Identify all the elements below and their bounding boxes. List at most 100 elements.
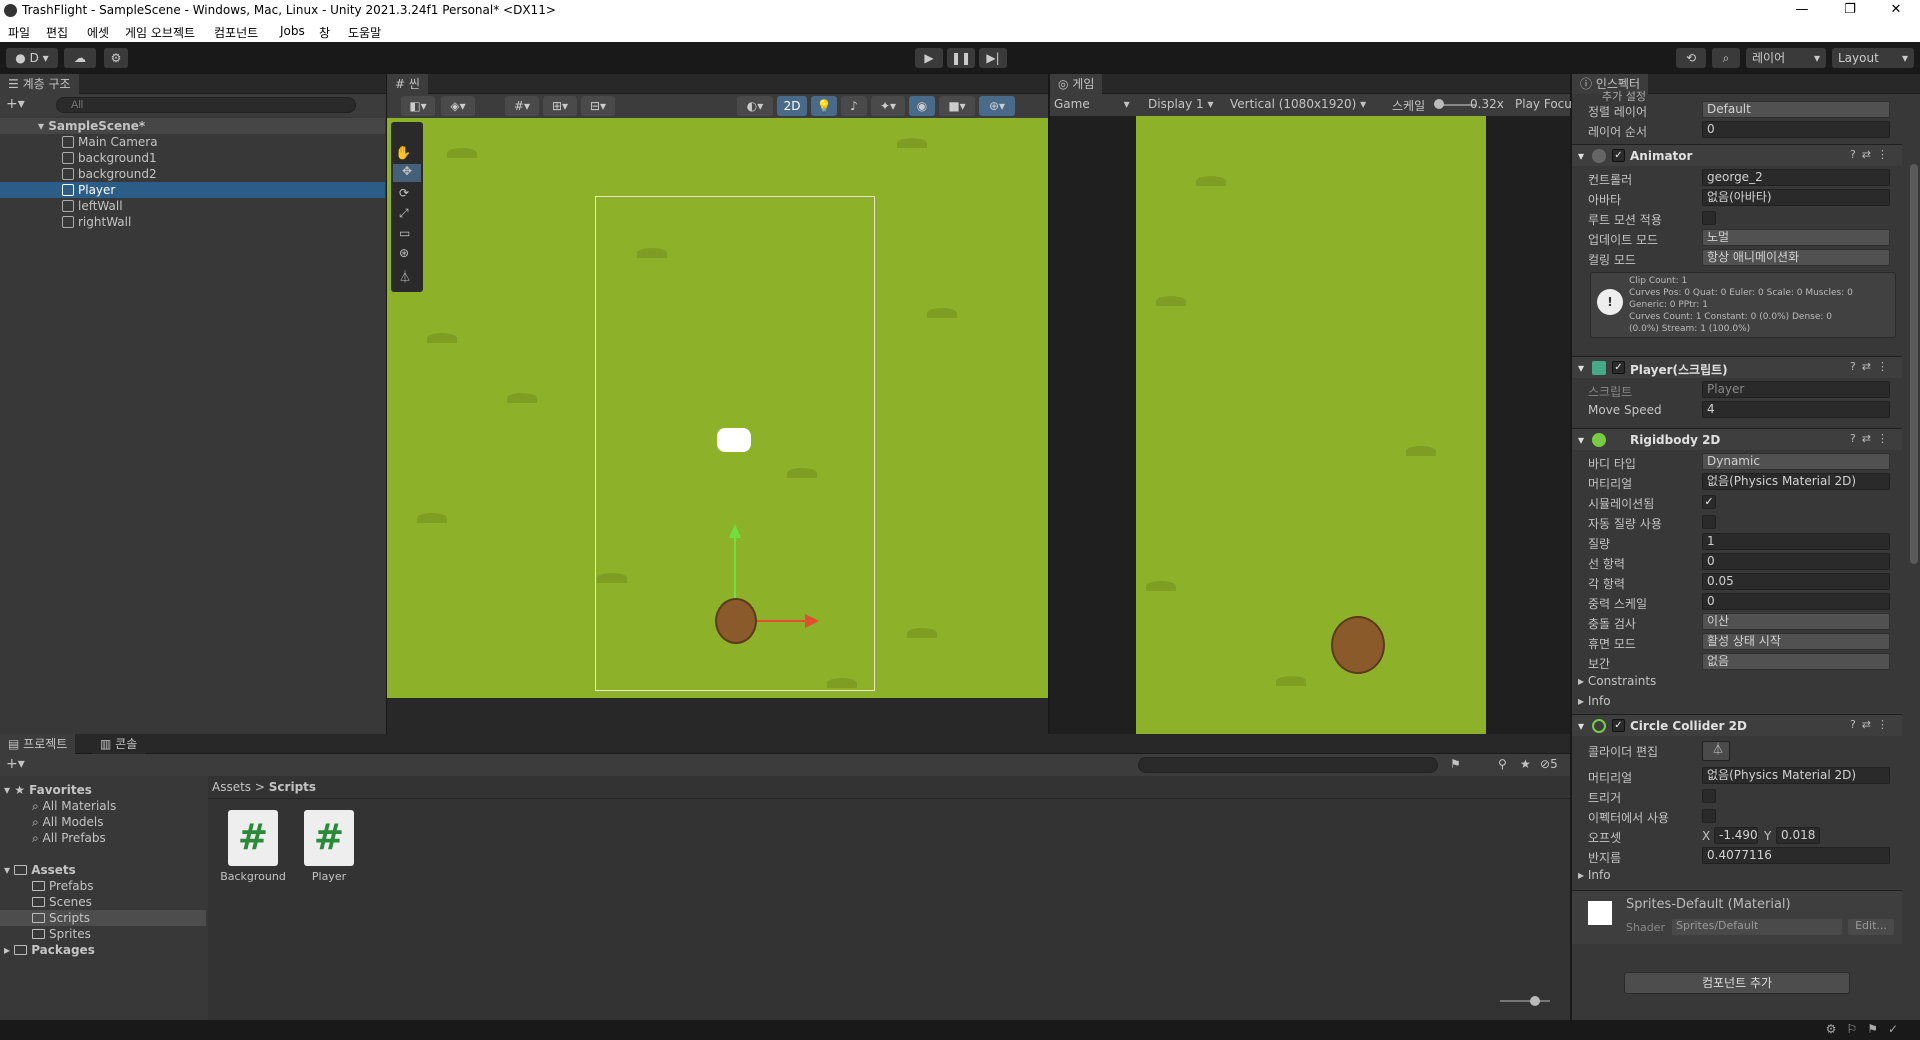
sleep-dropdown[interactable]: 활성 상태 시작 (1702, 633, 1890, 650)
fold-icon[interactable]: ▾ (1578, 361, 1584, 375)
collision-dropdown[interactable]: 이산 (1702, 613, 1890, 630)
menu-gameobject[interactable]: 게임 오브젝트 (125, 24, 195, 41)
avatar-field[interactable]: 없음(아바타) (1702, 189, 1890, 206)
breadcrumb-assets[interactable]: Assets (212, 780, 251, 794)
grid-snap-icon[interactable]: #▾ (505, 96, 539, 116)
list-item[interactable]: Prefabs (32, 878, 94, 894)
list-item-selected[interactable]: Scripts (0, 910, 206, 926)
project-search-input[interactable] (1138, 757, 1438, 773)
sorting-layer-dropdown[interactable]: Default (1702, 101, 1890, 118)
add-icon[interactable]: +▾ (6, 96, 25, 112)
interp-dropdown[interactable]: 없음 (1702, 653, 1890, 670)
shader-edit-button[interactable]: Edit... (1848, 919, 1894, 935)
favorite-icon[interactable]: ★ (1520, 757, 1531, 771)
player-sprite[interactable] (715, 598, 757, 644)
rb-material-field[interactable]: 없음(Physics Material 2D) (1702, 473, 1890, 490)
csharp-script-icon[interactable]: # (304, 810, 354, 866)
favorites-foldout[interactable]: ▾ ★ Favorites (4, 782, 92, 798)
create-icon[interactable]: +▾ (6, 756, 25, 772)
list-item[interactable]: ⌕ All Models (32, 814, 104, 830)
cloud-icon[interactable]: ☁ (64, 48, 96, 68)
list-item[interactable]: background1 (0, 150, 385, 166)
camera-gizmo-icon[interactable] (717, 428, 751, 452)
update-mode-dropdown[interactable]: 노멀 (1702, 229, 1890, 246)
hierarchy-search-input[interactable] (56, 97, 356, 113)
scale-tool-icon[interactable]: ⤢ (399, 206, 409, 221)
radius-field[interactable]: 0.4077116 (1702, 847, 1890, 864)
pause-button[interactable]: ❚❚ (947, 48, 975, 68)
resolution-dropdown[interactable]: Vertical (1080x1920) ▾ (1230, 97, 1366, 111)
assets-foldout[interactable]: ▾ Assets (4, 862, 76, 878)
rotate-tool-icon[interactable]: ⟳ (399, 186, 409, 200)
rigidbody-header[interactable]: ▾ Rigidbody 2D ?⇄⋮ (1572, 428, 1902, 450)
list-item[interactable]: ⌕ All Prefabs (32, 830, 106, 846)
label-icon[interactable]: ⚲ (1498, 757, 1507, 771)
tab-console[interactable]: ▥ 콘솔 (92, 734, 146, 754)
x-arrow-icon[interactable] (805, 614, 819, 628)
hidden-count[interactable]: ⊘5 (1540, 757, 1558, 771)
rb-info-foldout[interactable]: ▸ Info (1578, 694, 1611, 708)
menu-component[interactable]: 컴포넌트 (214, 24, 258, 41)
hand-tool-icon[interactable]: ✋ (395, 146, 411, 161)
search-icon[interactable]: ⌕ (1712, 48, 1740, 68)
inspector-scrollbar[interactable] (1910, 164, 1918, 564)
account-button[interactable]: ● D ▾ (6, 48, 58, 68)
tab-scene[interactable]: # 씬 (387, 74, 428, 94)
angular-drag-field[interactable]: 0.05 (1702, 573, 1890, 590)
audio-icon[interactable]: ♪ (841, 96, 867, 116)
shading-icon[interactable]: ◐▾ (737, 96, 773, 116)
scale-slider-handle[interactable] (1434, 99, 1444, 109)
collab-icon[interactable]: ⚙ (104, 48, 128, 68)
2d-toggle-button[interactable]: 2D (777, 96, 807, 116)
custom-tool-icon[interactable]: ⏃ (399, 268, 411, 285)
edit-collider-button[interactable]: ⏃ (1702, 741, 1730, 761)
menu-jobs[interactable]: Jobs (280, 24, 305, 38)
gravity-field[interactable]: 0 (1702, 593, 1890, 610)
collider-header[interactable]: ▾ ✓ Circle Collider 2D ?⇄⋮ (1572, 714, 1902, 736)
filter-type-icon[interactable]: ⚑ (1450, 757, 1461, 771)
fold-icon[interactable]: ▾ (1578, 433, 1584, 447)
transform-tool-icon[interactable]: ⊛ (399, 246, 409, 260)
mass-field[interactable]: 1 (1702, 533, 1890, 550)
close-button[interactable]: ✕ (1874, 0, 1918, 22)
status-icons[interactable]: ⚙⚐⚑✓ (1826, 1022, 1908, 1036)
effects-icon[interactable]: ✦▾ (871, 96, 905, 116)
step-button[interactable]: ▶| (979, 48, 1007, 68)
offset-y-field[interactable]: 0.018 (1776, 827, 1820, 844)
player-script-header[interactable]: ▾ ✓ Player(스크립트) ?⇄⋮ (1572, 356, 1902, 378)
list-item-selected[interactable]: Player (0, 182, 385, 198)
breadcrumb-scripts[interactable]: Scripts (269, 780, 316, 794)
trigger-checkbox[interactable] (1702, 789, 1716, 803)
auto-mass-checkbox[interactable] (1702, 515, 1716, 529)
game-canvas[interactable] (1136, 116, 1486, 734)
list-item[interactable]: Scenes (32, 894, 92, 910)
root-motion-checkbox[interactable] (1702, 211, 1716, 225)
shader-dropdown[interactable]: Sprites/Default (1672, 919, 1842, 935)
player-enabled-checkbox[interactable]: ✓ (1612, 361, 1625, 374)
list-item[interactable]: background2 (0, 166, 385, 182)
history-icon[interactable]: ⟲ (1676, 48, 1706, 68)
play-button[interactable]: ▶ (915, 48, 943, 68)
controller-field[interactable]: george_2 (1702, 169, 1890, 186)
menu-help[interactable]: 도움말 (348, 24, 381, 41)
gizmos-icon[interactable]: ⊕▾ (979, 96, 1015, 116)
tab-hierarchy[interactable]: ☰ 계층 구조 (0, 74, 79, 94)
layers-dropdown[interactable]: 레이어 ▾ (1746, 48, 1826, 68)
increment-snap-icon[interactable]: ⊟▾ (581, 96, 615, 116)
list-item[interactable]: Main Camera (0, 134, 385, 150)
draw-mode-icon[interactable]: ◧▾ (401, 96, 435, 116)
hidden-objects-icon[interactable]: ◉ (909, 96, 935, 116)
collider-info-foldout[interactable]: ▸ Info (1578, 868, 1611, 882)
add-component-button[interactable]: 컴포넌트 추가 (1624, 972, 1850, 994)
component-tools-icon[interactable]: ?⇄⋮ (1850, 148, 1894, 161)
grid-icon[interactable]: ⊞▾ (543, 96, 577, 116)
layout-dropdown[interactable]: Layout ▾ (1832, 48, 1914, 68)
body-type-dropdown[interactable]: Dynamic (1702, 453, 1890, 470)
component-tools-icon[interactable]: ?⇄⋮ (1850, 432, 1894, 445)
animator-header[interactable]: ▾ ✓ Animator ?⇄⋮ (1572, 144, 1902, 166)
culling-dropdown[interactable]: 항상 애니메이션화 (1702, 249, 1890, 266)
fold-icon[interactable]: ▾ (1578, 149, 1584, 163)
menu-file[interactable]: 파일 (8, 24, 30, 41)
component-tools-icon[interactable]: ?⇄⋮ (1850, 718, 1894, 731)
minimize-button[interactable]: — (1780, 0, 1824, 22)
